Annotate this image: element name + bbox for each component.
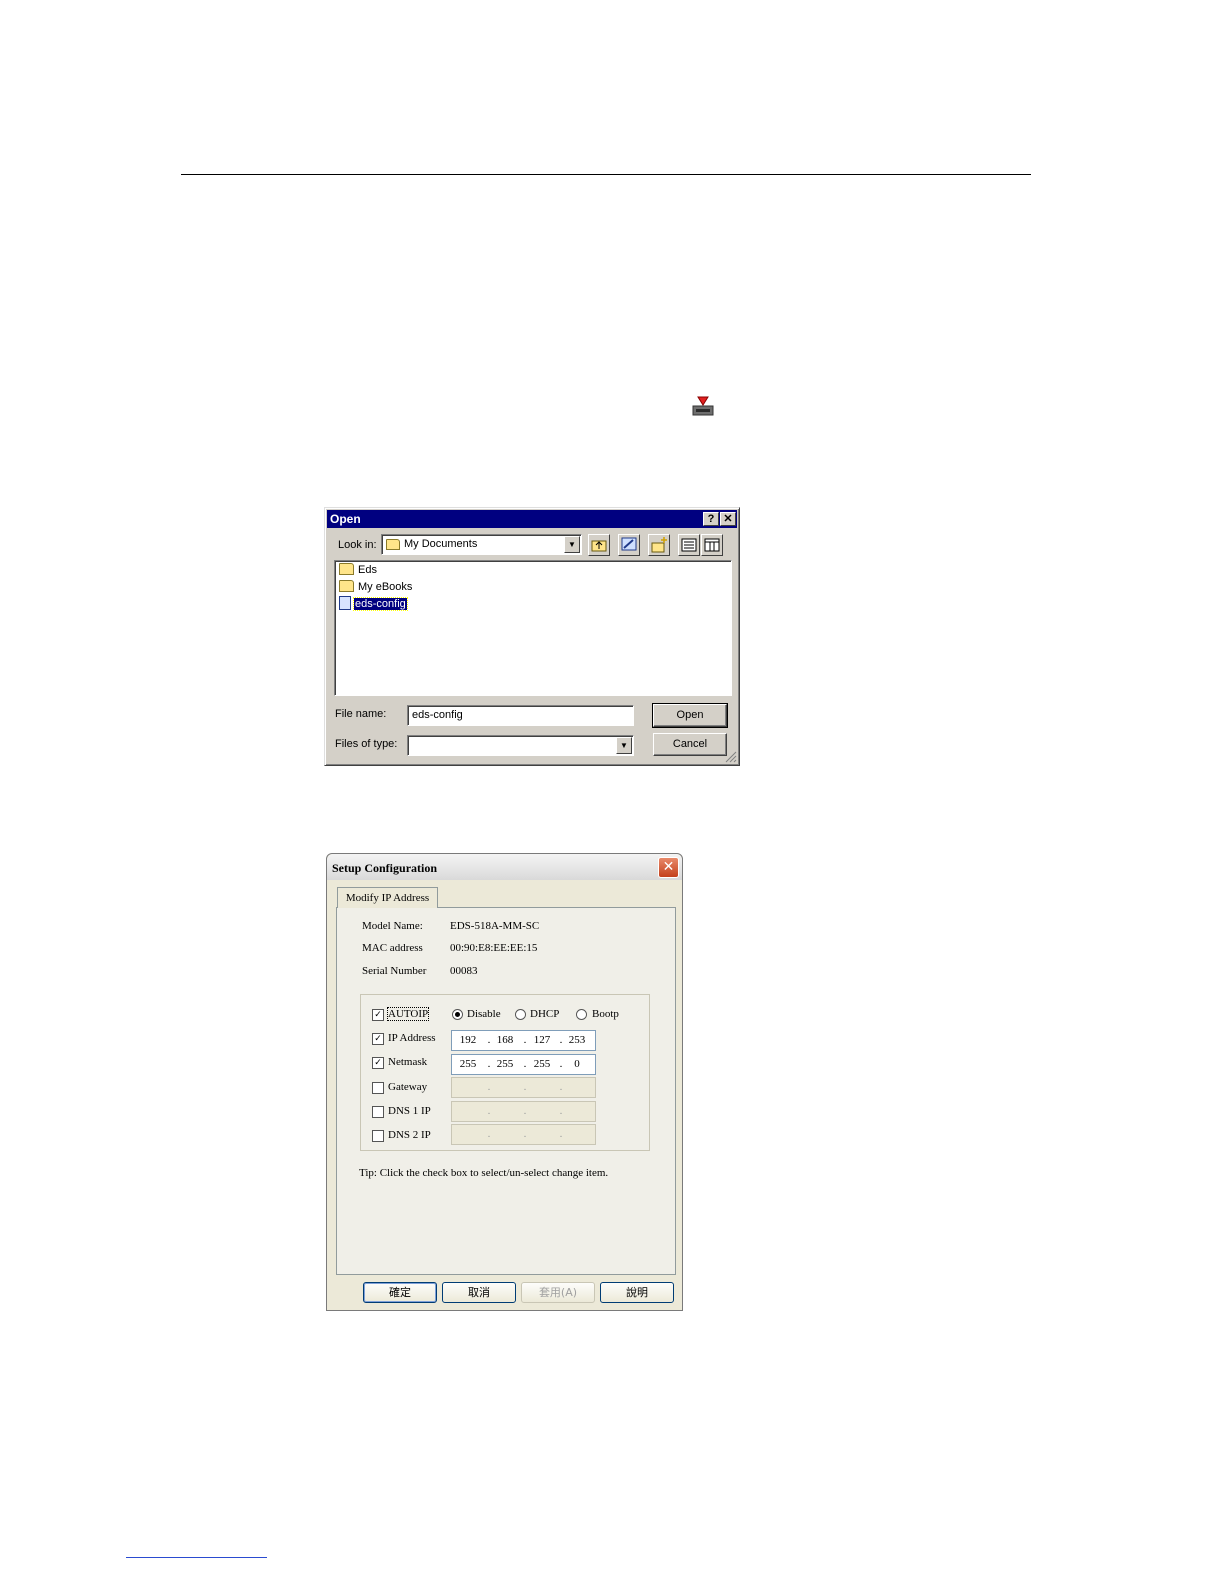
- list-view-icon[interactable]: [678, 534, 700, 556]
- desktop-icon[interactable]: [618, 534, 640, 556]
- autoip-checkbox[interactable]: ✓: [372, 1009, 384, 1021]
- serial-number-label: Serial Number: [362, 965, 427, 977]
- look-in-value: My Documents: [404, 538, 478, 550]
- ip-octet-3: 127: [533, 1034, 551, 1046]
- netmask-checkbox[interactable]: ✓: [372, 1057, 384, 1069]
- ip-address-checkbox[interactable]: ✓: [372, 1033, 384, 1045]
- netmask-field[interactable]: 255 . 255 . 255 . 0: [451, 1054, 596, 1075]
- mac-address-value: 00:90:E8:EE:EE:15: [450, 942, 538, 954]
- chevron-down-icon[interactable]: ▼: [564, 536, 580, 553]
- ok-button[interactable]: 確定: [363, 1282, 437, 1303]
- open-dialog-title: Open: [327, 510, 737, 528]
- file-name-input[interactable]: eds-config: [407, 705, 634, 726]
- radio-bootp-label: Bootp: [592, 1008, 619, 1020]
- setup-dialog-title: Setup Configuration: [327, 854, 682, 880]
- cancel-button[interactable]: 取消: [442, 1282, 516, 1303]
- close-button[interactable]: ✕: [720, 512, 736, 526]
- cancel-button[interactable]: Cancel: [653, 733, 727, 756]
- apply-button[interactable]: 套用(A): [521, 1282, 595, 1303]
- new-folder-icon[interactable]: [648, 534, 670, 556]
- folder-icon: [386, 539, 400, 550]
- netmask-octet-4: 0: [574, 1058, 580, 1070]
- netmask-octet-3: 255: [533, 1058, 551, 1070]
- download-config-icon: [692, 396, 714, 416]
- netmask-octet-1: 255: [459, 1058, 477, 1070]
- resize-grip-icon[interactable]: [725, 751, 737, 763]
- dns2-checkbox[interactable]: [372, 1130, 384, 1142]
- dns1-field[interactable]: ...: [451, 1101, 596, 1122]
- file-name-label: File name:: [335, 708, 387, 720]
- ip-octet-1: 192: [459, 1034, 477, 1046]
- details-view-icon[interactable]: [701, 534, 723, 556]
- list-item-my-ebooks[interactable]: My eBooks: [339, 579, 413, 595]
- open-button[interactable]: Open: [652, 703, 728, 728]
- netmask-octet-2: 255: [496, 1058, 514, 1070]
- ip-octet-2: 168: [496, 1034, 514, 1046]
- footer-rule: [126, 1557, 267, 1558]
- gateway-checkbox[interactable]: [372, 1082, 384, 1094]
- autoip-label: AUTOIP: [386, 1007, 430, 1021]
- file-list[interactable]: Eds My eBooks eds-config: [334, 560, 732, 696]
- look-in-label: Look in:: [338, 539, 377, 551]
- radio-dhcp[interactable]: [515, 1009, 526, 1020]
- dns1-checkbox[interactable]: [372, 1106, 384, 1118]
- radio-bootp[interactable]: [576, 1009, 587, 1020]
- setup-configuration-dialog: Setup Configuration ✕ Modify IP Address …: [326, 853, 683, 1311]
- tip-text: Tip: Click the check box to select/un-se…: [359, 1167, 609, 1179]
- list-item-eds[interactable]: Eds: [339, 562, 378, 578]
- model-name-label: Model Name:: [362, 920, 423, 932]
- radio-dhcp-label: DHCP: [530, 1008, 560, 1020]
- gateway-label: Gateway: [388, 1081, 428, 1093]
- open-dialog: Open ? ✕ Look in: My Documents ▼ Eds My …: [324, 507, 740, 766]
- ip-settings-group: ✓ AUTOIP Disable DHCP Bootp ✓ IP Address…: [360, 994, 650, 1151]
- list-item-eds-config[interactable]: eds-config: [339, 596, 408, 612]
- mac-address-label: MAC address: [362, 942, 423, 954]
- gateway-field[interactable]: ...: [451, 1077, 596, 1098]
- dns2-label: DNS 2 IP: [388, 1129, 431, 1141]
- radio-disable[interactable]: [452, 1009, 463, 1020]
- serial-number-value: 00083: [450, 965, 478, 977]
- close-icon[interactable]: ✕: [658, 857, 679, 878]
- header-rule: [181, 174, 1031, 175]
- help-button[interactable]: 說明: [600, 1282, 674, 1303]
- files-of-type-select[interactable]: ▼: [407, 735, 634, 756]
- ip-address-field[interactable]: 192 . 168 . 127 . 253: [451, 1030, 596, 1051]
- folder-icon: [339, 580, 354, 592]
- files-of-type-label: Files of type:: [335, 738, 398, 750]
- look-in-combo[interactable]: My Documents ▼: [381, 534, 582, 555]
- netmask-label: Netmask: [388, 1056, 428, 1068]
- ip-octet-4: 253: [568, 1034, 586, 1046]
- up-one-level-icon[interactable]: [588, 534, 610, 556]
- folder-icon: [339, 563, 354, 575]
- radio-disable-label: Disable: [467, 1008, 501, 1020]
- dns2-field[interactable]: ...: [451, 1124, 596, 1145]
- ip-address-label: IP Address: [388, 1032, 436, 1044]
- tab-modify-ip-address[interactable]: Modify IP Address: [337, 887, 438, 908]
- document-icon: [339, 596, 351, 610]
- chevron-down-icon[interactable]: ▼: [616, 737, 632, 754]
- help-button[interactable]: ?: [703, 512, 719, 526]
- dns1-label: DNS 1 IP: [388, 1105, 431, 1117]
- model-name-value: EDS-518A-MM-SC: [450, 920, 540, 932]
